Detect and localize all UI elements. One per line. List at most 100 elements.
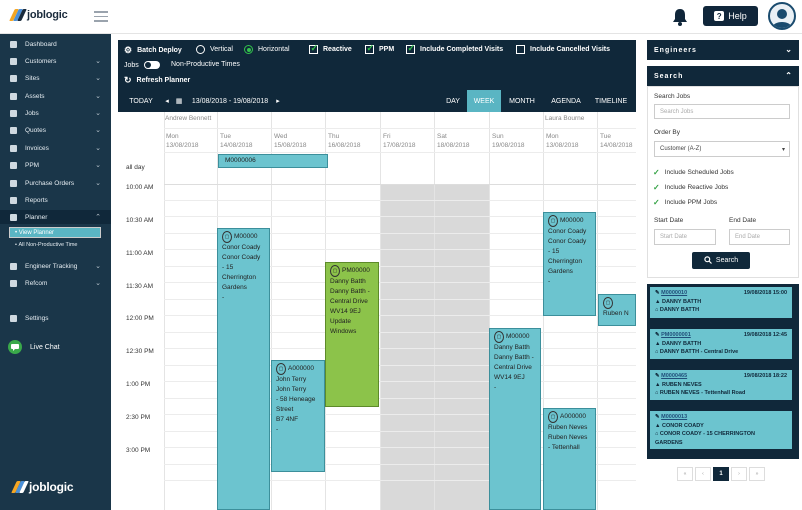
- notification-bell-icon[interactable]: [672, 8, 688, 26]
- first-page-button[interactable]: «: [677, 467, 693, 481]
- time-label: 10:00 AM: [126, 184, 154, 191]
- order-by-select[interactable]: Customer (A-Z) ▾: [654, 141, 790, 157]
- horizontal-radio[interactable]: Horizontal: [244, 45, 290, 54]
- sidebar-item-dashboard[interactable]: Dashboard: [0, 37, 111, 51]
- prev-week-button[interactable]: ◂: [162, 90, 172, 112]
- search-panel-header[interactable]: Search ⌃: [647, 66, 799, 86]
- view-month-button[interactable]: MONTH: [504, 90, 540, 112]
- hamburger-menu-icon[interactable]: [94, 11, 108, 25]
- refresh-planner-button[interactable]: ↻ Refresh Planner: [124, 75, 190, 86]
- job-icon: ▢: [222, 231, 232, 243]
- sidebar-item-planner[interactable]: Planner ⌃: [0, 210, 111, 224]
- next-week-button[interactable]: ▸: [273, 90, 283, 112]
- sidebar-item-assets[interactable]: Assets ⌄: [0, 89, 111, 103]
- page-1-button[interactable]: 1: [713, 467, 729, 481]
- batch-deploy-button[interactable]: ⚙ Batch Deploy: [124, 45, 182, 56]
- ppm-checkbox[interactable]: PPM: [365, 43, 394, 54]
- event-code: A000000: [288, 365, 315, 372]
- event-code: M0000006: [225, 157, 256, 164]
- today-label: TODAY: [129, 97, 153, 105]
- refcom-icon: [10, 279, 17, 287]
- calendar-event[interactable]: ▢ A000000 Ruben Neves Ruben Neves - Tette…: [543, 408, 596, 510]
- event-code: M00000: [506, 333, 530, 340]
- vertical-radio[interactable]: Vertical: [196, 45, 233, 54]
- view-week-button[interactable]: WEEK: [467, 90, 501, 112]
- sidebar-item-sites[interactable]: Sites ⌄: [0, 71, 111, 85]
- edit-icon: ✎: [655, 332, 660, 338]
- view-day-button[interactable]: DAY: [440, 90, 466, 112]
- calendar-event[interactable]: ▢ PM00000 Danny Batth Danny Batth - Centr…: [325, 262, 379, 407]
- user-avatar[interactable]: [768, 2, 796, 30]
- job-code[interactable]: M0000465: [661, 373, 687, 379]
- live-chat-button[interactable]: Live Chat: [8, 340, 60, 354]
- sidebar-item-refcom[interactable]: Refcom ⌄: [0, 276, 111, 290]
- day-header[interactable]: Sun 19/08/2018: [492, 132, 525, 150]
- sidebar-subitem-non-productive[interactable]: • All Non-Productive Time: [9, 239, 101, 250]
- include-completed-checkbox[interactable]: Include Completed Visits: [406, 43, 503, 54]
- day-name: Fri: [383, 133, 391, 140]
- include-reactive-checkbox[interactable]: ✓ Include Reactive Jobs: [653, 183, 728, 192]
- reactive-checkbox[interactable]: Reactive: [309, 43, 352, 54]
- event-line: Danny Batth: [330, 278, 366, 285]
- engineers-panel-header[interactable]: Engineers ⌄: [647, 40, 799, 60]
- prev-page-button[interactable]: ‹: [695, 467, 711, 481]
- toggle-switch[interactable]: [143, 61, 160, 69]
- sidebar-item-quotes[interactable]: Quotes ⌄: [0, 123, 111, 137]
- jobs-toggle[interactable]: Jobs: [124, 61, 160, 69]
- sidebar-item-engineer-tracking[interactable]: Engineer Tracking ⌄: [0, 259, 111, 273]
- start-date-input[interactable]: Start Date: [654, 229, 716, 245]
- reports-icon: [10, 196, 17, 204]
- help-button[interactable]: ? Help: [703, 6, 758, 26]
- include-cancelled-checkbox[interactable]: Include Cancelled Visits: [516, 45, 610, 54]
- search-jobs-input[interactable]: Search Jobs: [654, 104, 790, 119]
- day-date: 18/08/2018: [437, 142, 470, 149]
- day-header[interactable]: Mon 13/08/2018: [546, 132, 579, 150]
- time-label: 11:30 AM: [126, 283, 153, 290]
- day-header[interactable]: Fri 17/08/2018: [383, 132, 416, 150]
- edit-icon: ✎: [655, 373, 660, 379]
- calendar-event[interactable]: ▢ A000000 John Terry John Terry - 58 Hene…: [271, 360, 325, 472]
- job-code[interactable]: PM0000001: [661, 332, 691, 338]
- sidebar-item-customers[interactable]: Customers ⌄: [0, 54, 111, 68]
- sidebar-item-purchase-orders[interactable]: Purchase Orders ⌄: [0, 176, 111, 190]
- search-button[interactable]: Search: [692, 252, 750, 269]
- job-code[interactable]: M0000010: [661, 290, 687, 296]
- day-header[interactable]: Tue 14/08/2018: [600, 132, 633, 150]
- joblogic-logo[interactable]: joblogic: [9, 9, 68, 21]
- sidebar-item-settings[interactable]: Settings: [0, 311, 111, 325]
- calendar-event[interactable]: ▢ Ruben N: [598, 294, 636, 326]
- day-header[interactable]: Wed 15/08/2018: [274, 132, 307, 150]
- day-header[interactable]: Sat 18/08/2018: [437, 132, 470, 150]
- view-agenda-button[interactable]: AGENDA: [546, 90, 586, 112]
- end-date-input[interactable]: End Date: [729, 229, 790, 245]
- day-header[interactable]: Mon 13/08/2018: [166, 132, 199, 150]
- job-card[interactable]: ✎ PM0000001 19/08/2018 12:45 ▲ DANNY BAT…: [650, 329, 792, 359]
- include-scheduled-checkbox[interactable]: ✓ Include Scheduled Jobs: [653, 168, 734, 177]
- day-name: Thu: [328, 133, 340, 140]
- horizontal-label: Horizontal: [258, 46, 290, 53]
- edit-icon: ✎: [655, 414, 660, 420]
- calendar-event[interactable]: ▢ M00000 Danny Batth Danny Batth - Centra…: [489, 328, 541, 510]
- sidebar-item-ppm[interactable]: PPM ⌄: [0, 158, 111, 172]
- sidebar-item-invoices[interactable]: Invoices ⌄: [0, 141, 111, 155]
- calendar-event[interactable]: ▢ M00000 Conor Coady Conor Coady - 15 Che…: [543, 212, 596, 316]
- sidebar-item-jobs[interactable]: Jobs ⌄: [0, 106, 111, 120]
- job-card[interactable]: ✎ M0000465 19/08/2018 18:22 ▲ RUBEN NEVE…: [650, 370, 792, 400]
- day-header[interactable]: Thu 16/08/2018: [328, 132, 361, 150]
- today-button[interactable]: TODAY: [124, 90, 158, 112]
- include-ppm-checkbox[interactable]: ✓ Include PPM Jobs: [653, 198, 717, 207]
- job-code[interactable]: M0000013: [661, 414, 687, 420]
- job-card[interactable]: ✎ M0000013 ▲ CONOR COADY ⌂ CONOR COADY -…: [650, 411, 792, 449]
- view-timeline-button[interactable]: TIMELINE: [590, 90, 632, 112]
- calendar-event[interactable]: ▢ M00000 Conor Coady Conor Coady - 15 Che…: [217, 228, 270, 510]
- last-page-button[interactable]: »: [749, 467, 765, 481]
- sidebar-subitem-view-planner[interactable]: • View Planner: [9, 227, 101, 238]
- calendar-icon[interactable]: ▦: [174, 90, 184, 112]
- event-line: Conor Coady: [222, 254, 261, 261]
- event-line: Gardens: [548, 268, 573, 275]
- next-page-button[interactable]: ›: [731, 467, 747, 481]
- day-header[interactable]: Tue 14/08/2018: [220, 132, 253, 150]
- sidebar-item-reports[interactable]: Reports: [0, 193, 111, 207]
- all-day-event[interactable]: M0000006: [218, 154, 328, 168]
- job-card[interactable]: ✎ M0000010 19/08/2018 15:00 ▲ DANNY BATT…: [650, 287, 792, 318]
